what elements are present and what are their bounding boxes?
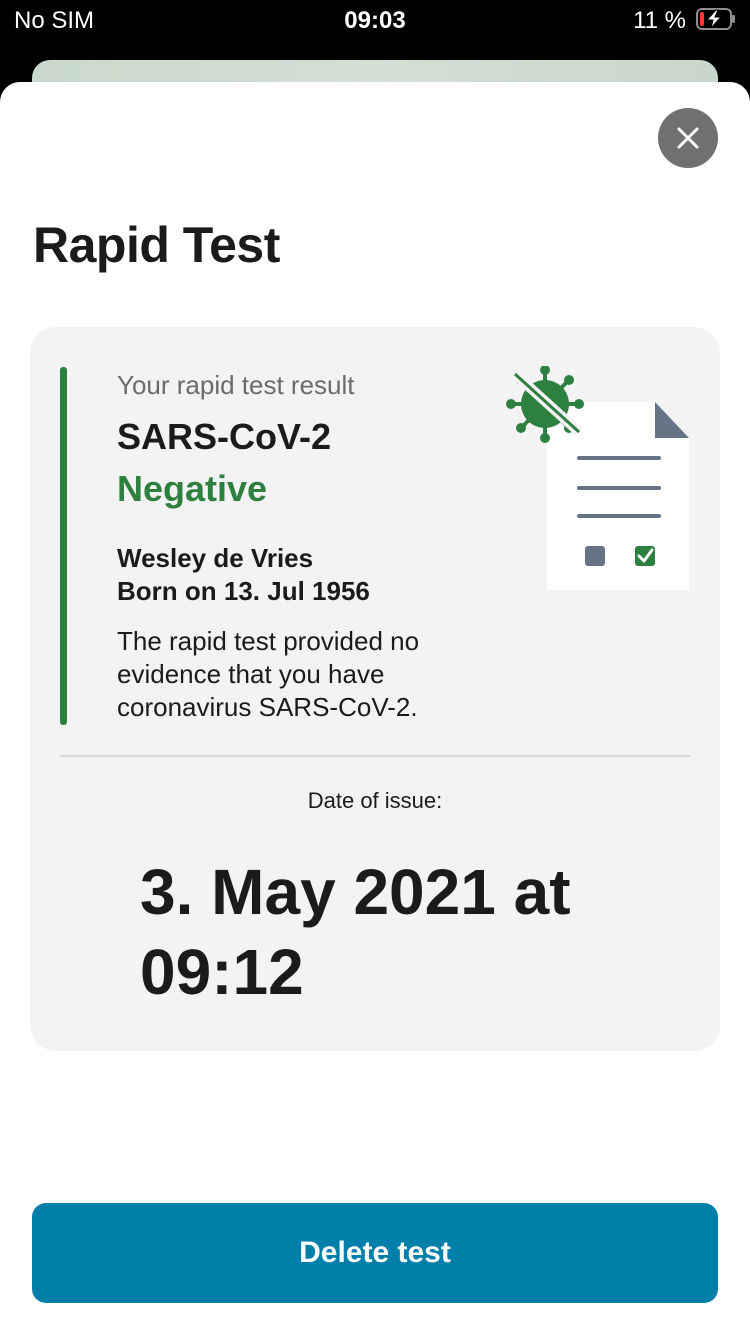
person-name: Wesley de Vries bbox=[117, 543, 314, 573]
status-bar: No SIM 09:03 11 % bbox=[0, 0, 750, 44]
result-description: The rapid test provided no evidence that… bbox=[117, 626, 420, 722]
test-result-status: Negative bbox=[117, 468, 268, 509]
pathogen-name: SARS-CoV-2 bbox=[117, 416, 332, 457]
result-accent-bar bbox=[60, 367, 67, 725]
close-icon bbox=[677, 127, 699, 149]
page-title: Rapid Test bbox=[33, 217, 280, 273]
battery-percentage: 11 % bbox=[633, 7, 686, 34]
delete-test-button[interactable]: Delete test bbox=[32, 1203, 718, 1303]
card-divider bbox=[60, 755, 690, 757]
result-subtitle: Your rapid test result bbox=[117, 370, 355, 400]
battery-charging-icon bbox=[696, 8, 736, 30]
birth-date: Born on 13. Jul 1956 bbox=[117, 576, 370, 606]
issue-date-label: Date of issue: bbox=[307, 788, 443, 813]
issue-date-value: 3. May 2021 at 09:12 bbox=[140, 856, 571, 1008]
virus-document-icon bbox=[505, 365, 695, 594]
close-button[interactable] bbox=[658, 108, 718, 168]
